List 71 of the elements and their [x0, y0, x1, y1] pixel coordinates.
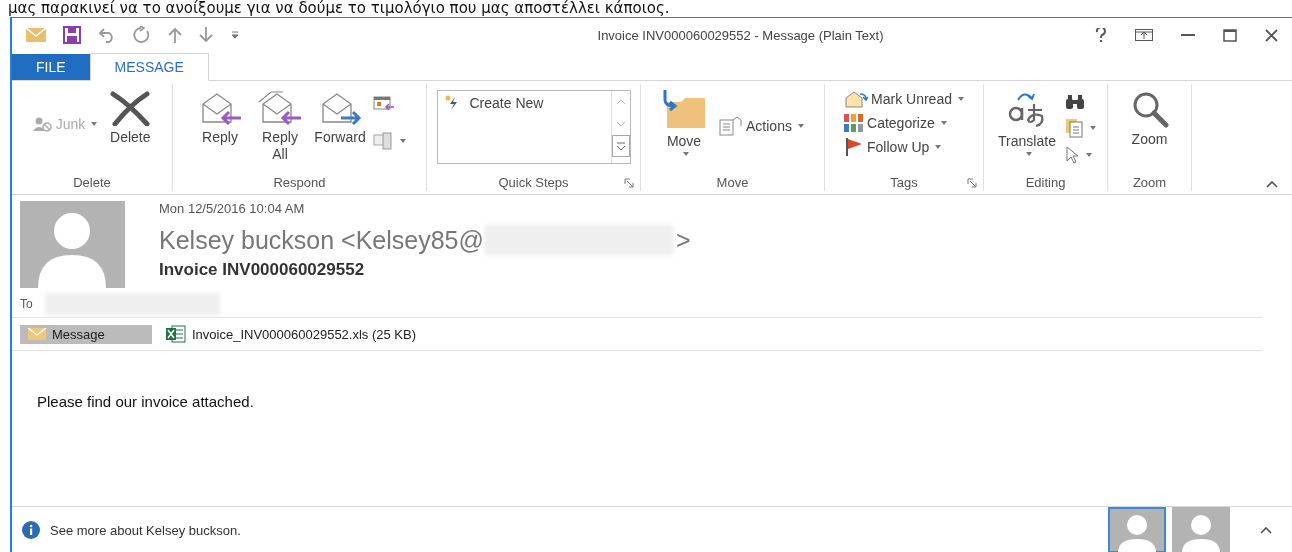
group-label: Move — [716, 174, 749, 190]
expand-gallery-icon[interactable] — [611, 135, 630, 157]
group-label: Delete — [73, 174, 111, 190]
maximize-icon[interactable] — [1223, 28, 1237, 42]
date-text: Mon 12/5/2016 10:04 AM — [159, 201, 306, 216]
attachment-item[interactable]: Invoice_INV000060029552.xls (25 KB) — [158, 323, 425, 345]
folder-arrow-icon — [661, 90, 708, 130]
caret-icon — [940, 121, 947, 125]
sender-bracket-text: > — [675, 225, 691, 255]
caret-icon — [682, 152, 689, 156]
delete-button[interactable]: Delete — [106, 88, 155, 147]
sender-text: Kelsey buckson <Kelsey85@ — [159, 225, 484, 255]
caption-text: μας παρακινεί να το ανοίξουμε για να δούμε το τιμολόγιο που μας αποστέλλει κάποιος. — [7, 0, 671, 17]
ribbon-tab[interactable]: MESSAGE — [89, 53, 209, 81]
person-avatar[interactable] — [1108, 507, 1166, 552]
collapse-ribbon-icon[interactable] — [1266, 180, 1278, 188]
message-item[interactable]: Message — [20, 324, 152, 344]
close-icon[interactable] — [1265, 28, 1278, 42]
save-icon[interactable] — [63, 26, 81, 44]
respond-button[interactable]: Forward — [313, 88, 367, 148]
cursor-icon[interactable] — [1064, 146, 1081, 164]
dialog-launcher-icon[interactable] — [624, 178, 634, 188]
caret-icon[interactable] — [1089, 126, 1096, 130]
meeting-icon[interactable] — [373, 96, 395, 112]
respond-button[interactable]: Reply — [193, 88, 247, 148]
group-label: Tags — [890, 174, 918, 190]
lightning-icon — [443, 95, 460, 111]
caret-icon — [957, 97, 964, 101]
down-arrow-icon[interactable] — [199, 27, 213, 43]
tag-command[interactable]: Mark Unread — [841, 88, 967, 110]
quick-step-item[interactable]: Create New — [441, 93, 546, 113]
caret-icon — [797, 124, 804, 128]
move-button[interactable]: Move — [658, 88, 711, 158]
group-label: Respond — [273, 174, 326, 190]
caret-icon[interactable] — [400, 139, 406, 143]
group-label: Quick Steps — [498, 174, 569, 190]
tag-command[interactable]: Follow Up — [841, 136, 967, 158]
to-label: To — [20, 297, 33, 311]
help-icon[interactable] — [1095, 28, 1107, 42]
up-arrow-icon[interactable] — [168, 27, 182, 43]
window-title: Invoice INV000060029552 - Message (Plain Text) — [596, 27, 885, 43]
subject-text: Invoice INV000060029552 — [159, 260, 366, 280]
actions-button[interactable]: Actions — [716, 114, 807, 138]
color-grid-icon — [844, 114, 865, 132]
group-label: Editing — [1025, 174, 1066, 190]
expand-people-icon[interactable] — [1260, 526, 1272, 534]
tag-command[interactable]: Categorize — [841, 112, 967, 134]
zoom-button[interactable]: Zoom — [1126, 88, 1173, 149]
actions-icon — [719, 116, 744, 136]
caret-icon — [935, 145, 942, 149]
document-icon[interactable] — [1064, 118, 1085, 138]
see-more-link[interactable]: See more about Kelsey buckson. — [50, 522, 1098, 538]
envelope-left-arrow-icon — [257, 90, 303, 126]
delete-x-icon — [109, 90, 152, 126]
respond-button[interactable]: Reply All — [253, 88, 307, 165]
binoculars-icon[interactable] — [1064, 94, 1085, 110]
caret-icon — [1025, 152, 1032, 156]
spreadsheet-icon — [166, 325, 186, 343]
dialog-launcher-icon[interactable] — [967, 178, 977, 188]
group-label: Zoom — [1132, 174, 1167, 190]
translate-button[interactable]: Translate — [995, 88, 1059, 158]
caret-icon — [91, 122, 98, 126]
junk-icon — [32, 116, 53, 132]
customize-icon[interactable] — [230, 30, 240, 40]
info-icon — [22, 521, 40, 539]
ribbon-tab[interactable]: FILE — [12, 54, 90, 80]
ribbon-options-icon[interactable] — [1135, 29, 1153, 41]
message-body: Please find our invoice attached. — [36, 392, 255, 412]
undo-icon[interactable] — [98, 27, 116, 43]
caret-icon[interactable] — [1085, 153, 1092, 157]
redo-icon[interactable] — [133, 26, 151, 44]
